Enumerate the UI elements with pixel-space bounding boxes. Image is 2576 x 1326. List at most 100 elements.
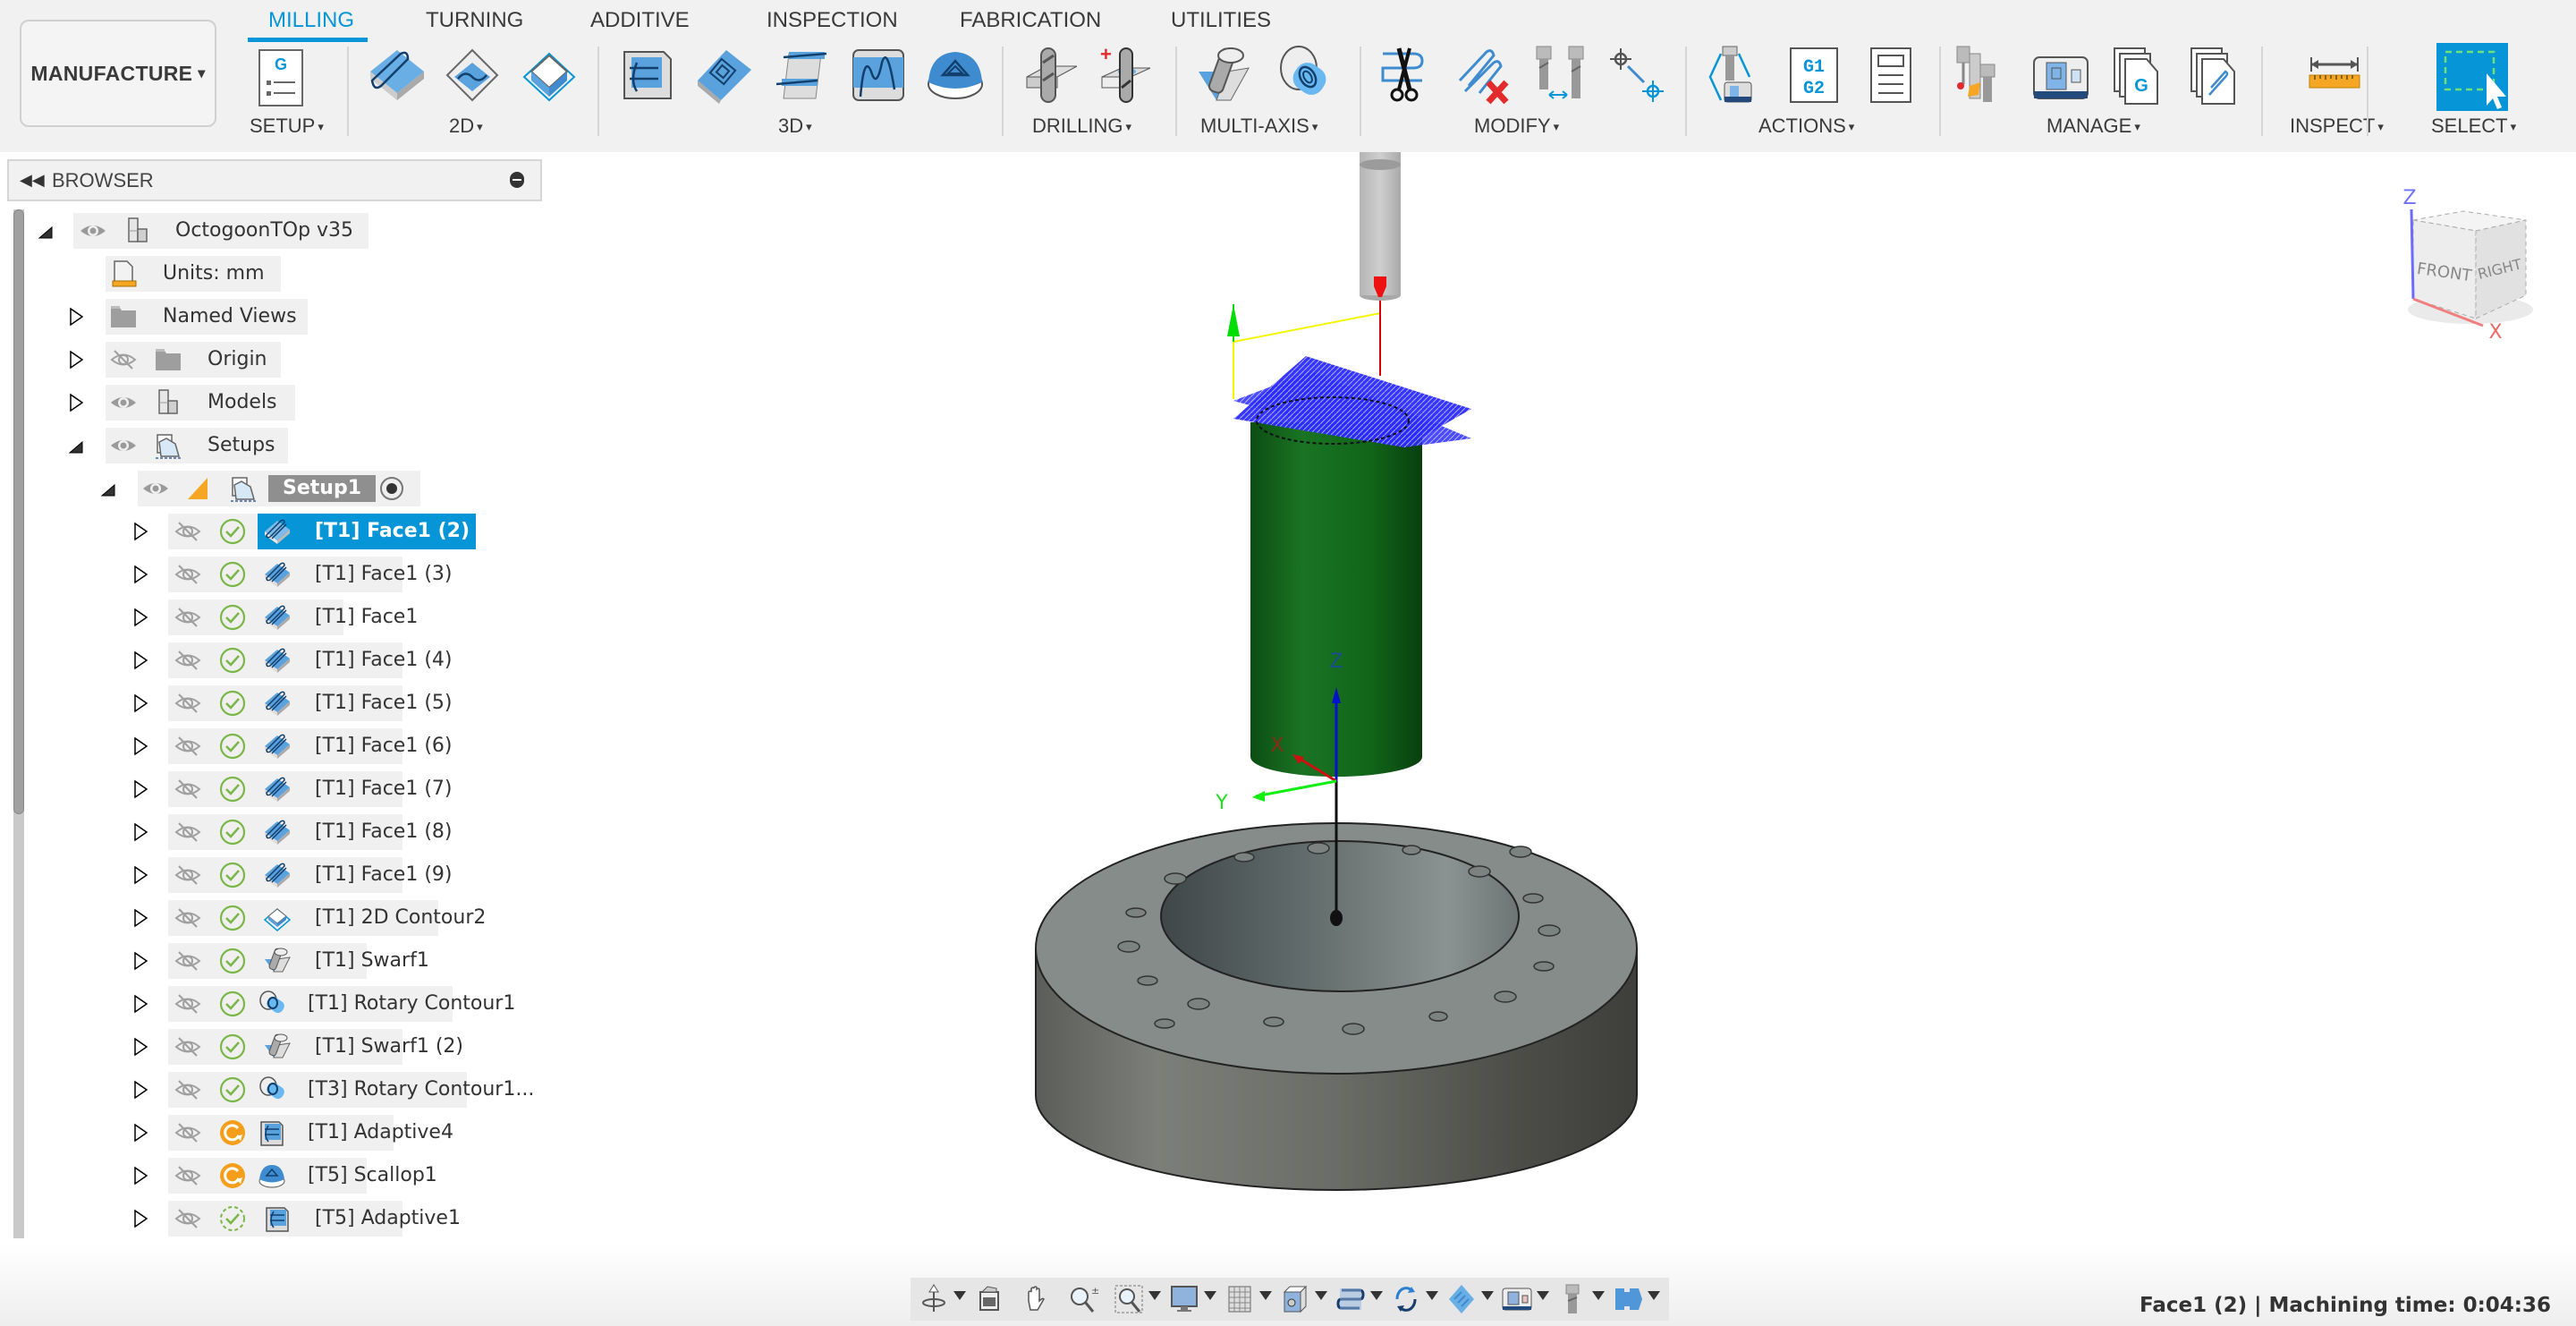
visibility-hidden-icon[interactable] bbox=[109, 345, 138, 374]
hole-recognition-icon[interactable]: + bbox=[1097, 43, 1157, 106]
3d-flow-icon[interactable] bbox=[848, 45, 909, 106]
setup-icon[interactable]: G bbox=[256, 48, 306, 107]
trim-icon[interactable] bbox=[1377, 45, 1438, 106]
tree-item-operation[interactable]: [T1] Face1 (4) bbox=[0, 642, 555, 678]
collapse-triangle-icon[interactable] bbox=[132, 864, 148, 886]
display-settings-icon[interactable] bbox=[1168, 1283, 1200, 1315]
tree-item-operation[interactable]: [T1] Face1 (6) bbox=[0, 728, 555, 764]
inspect-group-label[interactable]: INSPECT ▾ bbox=[2290, 115, 2384, 138]
select-group-label[interactable]: SELECT ▾ bbox=[2431, 115, 2516, 138]
tree-item-operation[interactable]: [T5] Scallop1 bbox=[0, 1158, 555, 1194]
chevron-down-icon[interactable] bbox=[1148, 1291, 1161, 1300]
visibility-eye-icon[interactable] bbox=[109, 388, 138, 417]
tree-item-operation[interactable]: [T1] Face1 (2) bbox=[0, 514, 555, 549]
tree-item-operation[interactable]: [T1] Rotary Contour1 bbox=[0, 986, 555, 1022]
visibility-hidden-icon[interactable] bbox=[174, 861, 202, 889]
collapse-triangle-icon[interactable] bbox=[68, 349, 84, 370]
tree-item-operation[interactable]: [T1] Swarf1 bbox=[0, 943, 555, 979]
post-process-icon[interactable]: G1 G2 bbox=[1784, 45, 1844, 106]
tree-item-operation[interactable]: [T1] Face1 (5) bbox=[0, 685, 555, 721]
visibility-hidden-icon[interactable] bbox=[174, 517, 202, 546]
simulate-icon[interactable] bbox=[1707, 45, 1767, 106]
post-library-icon[interactable]: G bbox=[2107, 45, 2168, 106]
2d-group-label[interactable]: 2D ▾ bbox=[449, 115, 483, 138]
visibility-hidden-icon[interactable] bbox=[174, 1075, 202, 1104]
drilling-group-label[interactable]: DRILLING ▾ bbox=[1032, 115, 1131, 138]
tree-item-setups[interactable]: Setups bbox=[0, 428, 555, 463]
visibility-eye-icon[interactable] bbox=[141, 474, 170, 503]
collapse-triangle-icon[interactable] bbox=[132, 607, 148, 628]
collapse-triangle-icon[interactable] bbox=[132, 650, 148, 671]
visibility-eye-icon[interactable] bbox=[79, 217, 107, 245]
3d-pocket-icon[interactable] bbox=[694, 45, 755, 106]
visibility-hidden-icon[interactable] bbox=[174, 732, 202, 761]
tab-milling[interactable]: MILLING bbox=[268, 5, 354, 36]
visibility-hidden-icon[interactable] bbox=[174, 947, 202, 975]
grid-icon[interactable] bbox=[1224, 1283, 1256, 1315]
chevron-down-icon[interactable] bbox=[953, 1291, 966, 1300]
tree-item-setup1[interactable]: Setup1 bbox=[0, 471, 555, 506]
panel-options-icon[interactable] bbox=[510, 172, 524, 188]
template-library-icon[interactable] bbox=[2184, 45, 2245, 106]
3d-group-label[interactable]: 3D ▾ bbox=[778, 115, 812, 138]
collapse-triangle-icon[interactable] bbox=[132, 693, 148, 714]
collapse-panel-icon[interactable]: ◀◀ bbox=[20, 170, 45, 191]
tree-item-operation[interactable]: [T1] Face1 (7) bbox=[0, 771, 555, 807]
visibility-hidden-icon[interactable] bbox=[174, 904, 202, 932]
expand-triangle-icon[interactable] bbox=[100, 478, 116, 499]
move-point-icon[interactable] bbox=[1608, 45, 1669, 106]
tree-item-operation[interactable]: [T1] 2D Contour2 bbox=[0, 900, 555, 936]
tab-utilities[interactable]: UTILITIES bbox=[1171, 5, 1271, 36]
collapse-triangle-icon[interactable] bbox=[68, 392, 84, 413]
rotate-icon[interactable] bbox=[1390, 1283, 1422, 1315]
visibility-hidden-icon[interactable] bbox=[174, 646, 202, 675]
look-at-icon[interactable] bbox=[973, 1283, 1005, 1315]
tree-item-root[interactable]: OctogoonTOp v35 bbox=[0, 213, 555, 249]
collapse-triangle-icon[interactable] bbox=[132, 521, 148, 542]
visibility-hidden-icon[interactable] bbox=[174, 1118, 202, 1147]
chevron-down-icon[interactable] bbox=[1537, 1291, 1549, 1300]
tool-library-icon[interactable] bbox=[1953, 45, 2014, 106]
tab-additive[interactable]: ADDITIVE bbox=[590, 5, 690, 36]
tree-item-units[interactable]: Units: mm bbox=[0, 256, 555, 292]
machine-library-icon[interactable] bbox=[2030, 45, 2091, 106]
collapse-triangle-icon[interactable] bbox=[68, 306, 84, 327]
modify-group-label[interactable]: MODIFY ▾ bbox=[1474, 115, 1559, 138]
multi-axis-group-label[interactable]: MULTI-AXIS ▾ bbox=[1200, 115, 1318, 138]
chevron-down-icon[interactable] bbox=[1648, 1291, 1660, 1300]
2d-pocket-icon[interactable] bbox=[442, 45, 503, 106]
rotary-icon[interactable] bbox=[1272, 45, 1333, 106]
3d-adaptive-icon[interactable] bbox=[617, 45, 678, 106]
collapse-triangle-icon[interactable] bbox=[132, 1208, 148, 1229]
cutting-tool[interactable] bbox=[1360, 152, 1401, 301]
collapse-triangle-icon[interactable] bbox=[132, 1036, 148, 1058]
collapse-triangle-icon[interactable] bbox=[132, 821, 148, 843]
expand-triangle-icon[interactable] bbox=[68, 435, 84, 456]
tree-item-operation[interactable]: [T1] Face1 (3) bbox=[0, 557, 555, 592]
zoom-icon[interactable]: ± bbox=[1066, 1283, 1099, 1315]
collapse-triangle-icon[interactable] bbox=[132, 1122, 148, 1143]
chevron-down-icon[interactable] bbox=[1426, 1291, 1438, 1300]
visibility-hidden-icon[interactable] bbox=[174, 560, 202, 589]
machine-icon[interactable] bbox=[1501, 1283, 1533, 1315]
visibility-hidden-icon[interactable] bbox=[174, 689, 202, 718]
tab-inspection[interactable]: INSPECTION bbox=[767, 5, 898, 36]
active-setup-radio-icon[interactable] bbox=[377, 474, 406, 503]
swarf-icon[interactable] bbox=[1195, 45, 1256, 106]
setup-sheet-icon[interactable] bbox=[1860, 45, 1921, 106]
tool-compare-icon[interactable] bbox=[1531, 45, 1592, 106]
orbit-icon[interactable] bbox=[918, 1283, 950, 1315]
visibility-hidden-icon[interactable] bbox=[174, 1161, 202, 1190]
3d-scallop-icon[interactable] bbox=[925, 45, 986, 106]
tree-item-operation[interactable]: [T1] Swarf1 (2) bbox=[0, 1029, 555, 1065]
tree-item-named-views[interactable]: Named Views bbox=[0, 299, 555, 335]
chevron-down-icon[interactable] bbox=[1315, 1291, 1327, 1300]
collapse-triangle-icon[interactable] bbox=[132, 993, 148, 1015]
workspace-switcher-button[interactable]: MANUFACTURE ▾ bbox=[20, 20, 216, 127]
chevron-down-icon[interactable] bbox=[1592, 1291, 1605, 1300]
pan-icon[interactable] bbox=[1020, 1283, 1052, 1315]
collapse-triangle-icon[interactable] bbox=[132, 907, 148, 929]
tree-item-operation[interactable]: [T1] Face1 (8) bbox=[0, 814, 555, 850]
3d-steep-shallow-icon[interactable] bbox=[771, 45, 832, 106]
visibility-hidden-icon[interactable] bbox=[174, 603, 202, 632]
